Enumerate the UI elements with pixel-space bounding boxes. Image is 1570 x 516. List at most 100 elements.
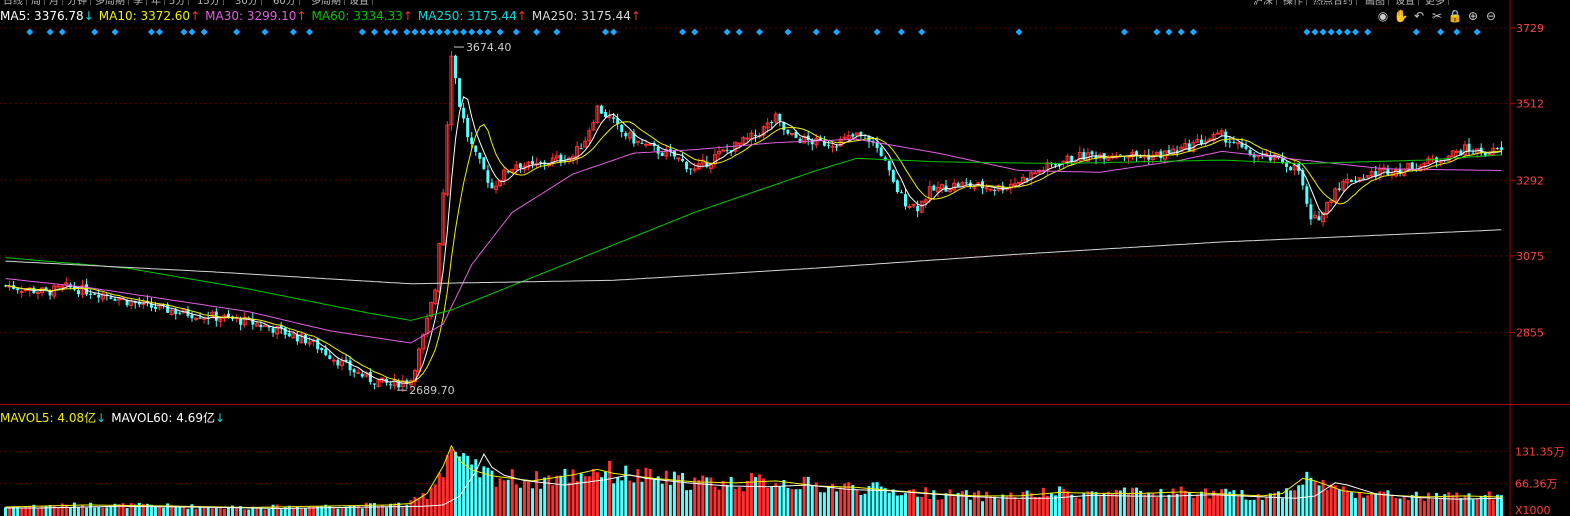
signal-diamond	[735, 28, 743, 36]
volume-bar	[936, 499, 940, 516]
volume-bar	[579, 473, 583, 516]
volume-bar	[595, 472, 599, 516]
volume-bar	[968, 499, 972, 516]
candle-body	[681, 158, 685, 161]
volume-bar	[920, 497, 924, 516]
signal-diamond	[1311, 28, 1319, 36]
signal-diamond	[610, 28, 618, 36]
volume-bar	[433, 484, 437, 516]
volume-bar	[535, 471, 539, 516]
volume-bar	[8, 507, 12, 516]
signal-diamond	[512, 28, 520, 36]
volume-bar	[628, 480, 632, 516]
signal-diamond	[897, 28, 905, 36]
candle-body	[624, 133, 628, 137]
candle-body	[604, 112, 607, 117]
signal-diamond	[1120, 28, 1128, 36]
volume-bar	[385, 507, 389, 516]
candle-body	[226, 313, 230, 317]
candle-body	[368, 372, 372, 383]
candle-body	[89, 293, 93, 295]
volume-bar	[790, 489, 794, 516]
candle-body	[356, 371, 361, 374]
candle-body	[988, 188, 993, 191]
volume-bar	[1337, 489, 1341, 516]
volume-bar	[547, 475, 551, 516]
volume-bar	[470, 464, 474, 516]
volume-bar	[425, 498, 429, 516]
volume-bar	[676, 475, 680, 516]
candle-body	[1305, 186, 1309, 204]
candle-body	[1349, 180, 1353, 182]
volume-bar	[178, 506, 182, 516]
volume-bar	[441, 477, 445, 516]
candle-body	[1090, 151, 1094, 155]
candle-body	[891, 170, 895, 182]
signal-diamond	[1303, 28, 1311, 36]
volume-bar	[1358, 492, 1362, 516]
candle-body	[1499, 147, 1503, 150]
volume-bar	[1362, 497, 1366, 516]
candle-body	[1228, 141, 1232, 143]
signal-diamond	[723, 28, 731, 36]
ma30-line	[5, 138, 1502, 344]
candle-body	[789, 132, 794, 135]
volume-bar	[490, 470, 494, 516]
candle-body	[109, 297, 113, 299]
signal-diamond	[484, 28, 492, 36]
signal-diamond	[496, 28, 504, 36]
volume-bar	[798, 489, 802, 516]
volume-bar	[1471, 499, 1475, 516]
volume-bar	[705, 477, 709, 516]
volume-bar	[681, 472, 685, 516]
volume-bar	[1459, 498, 1463, 516]
candle-body	[1354, 180, 1357, 182]
signal-diamond	[180, 28, 188, 36]
volume-bar	[539, 488, 543, 516]
volume-bar	[158, 505, 162, 516]
signal-diamond	[289, 28, 297, 36]
volume-bar	[226, 507, 230, 516]
candle-body	[76, 290, 80, 295]
signal-diamond	[1327, 28, 1335, 36]
volume-bar	[632, 482, 636, 516]
candle-body	[640, 142, 644, 144]
volume-bar	[981, 501, 985, 516]
volume-bar	[1276, 491, 1280, 516]
volume-bar	[1216, 494, 1220, 516]
volume-bar	[1143, 494, 1147, 516]
candle-body	[685, 161, 689, 170]
volume-bar	[689, 489, 693, 516]
volume-bar	[794, 489, 798, 516]
volume-bar	[506, 479, 510, 516]
volume-bar	[952, 496, 956, 516]
volume-bar	[786, 488, 790, 516]
volume-bar	[1236, 496, 1240, 516]
volume-bar	[235, 507, 239, 516]
volume-bar	[1297, 485, 1301, 516]
volume-bar	[1074, 497, 1078, 516]
volume-bar	[85, 507, 89, 516]
volume-bar	[1208, 498, 1212, 516]
kline-chart[interactable]: 3729 3512 3292 3075 2855 131.35万 66.36万 X1000 36…	[0, 0, 1570, 516]
candle-body	[1199, 139, 1203, 144]
candle-body	[956, 183, 960, 187]
volume-bar	[1195, 494, 1199, 516]
volume-bar	[559, 475, 563, 516]
volume-bar	[1475, 498, 1479, 516]
volume-bar	[725, 484, 729, 516]
price-tick-label: 3075	[1516, 250, 1544, 263]
volume-bar	[417, 497, 421, 516]
volume-bar	[1289, 490, 1293, 516]
volume-bar	[810, 485, 814, 516]
volume-bar	[1102, 492, 1106, 516]
signal-diamond	[679, 28, 687, 36]
volume-bar	[843, 483, 847, 516]
signal-diamond	[200, 28, 208, 36]
volume-tick-label: 131.35万	[1515, 445, 1565, 458]
volume-bar	[1301, 484, 1305, 516]
volume-bar	[814, 482, 818, 516]
volume-bar	[567, 482, 571, 516]
volume-bar	[1386, 490, 1390, 516]
volume-bar	[1155, 496, 1159, 516]
